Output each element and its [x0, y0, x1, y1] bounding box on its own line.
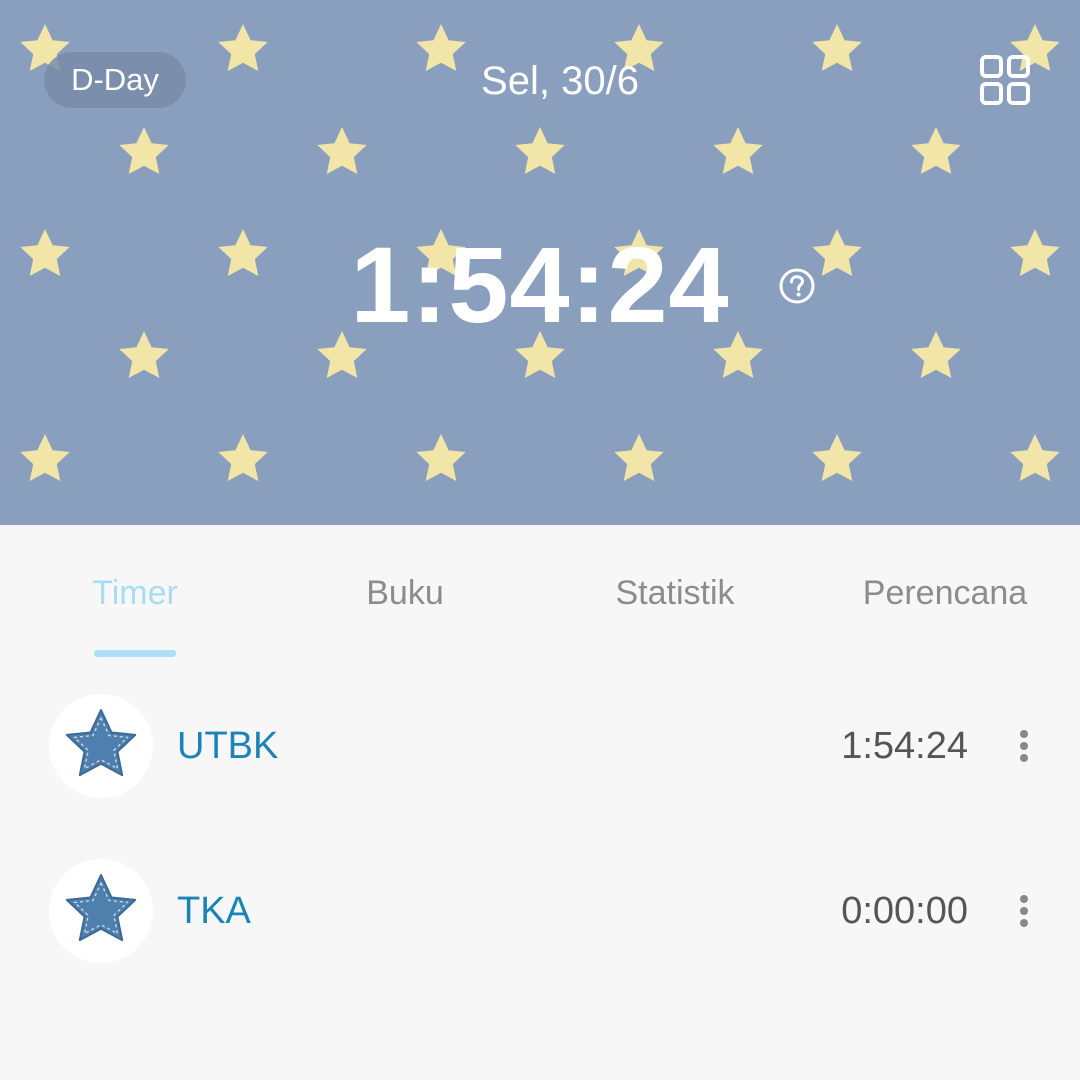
- tab-statistik[interactable]: Statistik: [595, 573, 755, 613]
- background-star: [911, 331, 961, 378]
- background-star: [812, 434, 862, 481]
- background-star: [317, 127, 367, 174]
- subject-time: 0:00:00: [841, 890, 968, 932]
- active-tab-indicator: [94, 650, 176, 657]
- background-star: [515, 127, 565, 174]
- subject-time: 1:54:24: [841, 725, 968, 767]
- subject-icon-container: [49, 694, 153, 798]
- background-star: [119, 331, 169, 378]
- grid-icon: [980, 55, 1030, 105]
- header-banner: D-Day Sel, 30/6 1:54:24: [0, 0, 1080, 525]
- background-star: [218, 24, 268, 71]
- tab-buku[interactable]: Buku: [330, 573, 480, 613]
- dday-button[interactable]: D-Day: [44, 52, 186, 108]
- star-icon: [65, 874, 137, 942]
- background-star: [614, 434, 664, 481]
- tab-timer[interactable]: Timer: [60, 573, 210, 613]
- subject-row-utbk[interactable]: UTBK 1:54:24: [0, 692, 1080, 802]
- subject-icon-container: [49, 859, 153, 963]
- star-icon: [65, 709, 137, 777]
- background-star: [812, 229, 862, 276]
- question-circle-icon: [779, 268, 815, 304]
- background-star: [20, 434, 70, 481]
- subject-row-tka[interactable]: TKA 0:00:00: [0, 857, 1080, 967]
- subject-name: UTBK: [177, 725, 279, 767]
- help-button[interactable]: [779, 268, 815, 304]
- more-vertical-icon: [1020, 730, 1028, 762]
- subject-menu-button[interactable]: [1012, 722, 1036, 770]
- subject-name: TKA: [177, 890, 251, 932]
- dday-label: D-Day: [71, 62, 159, 97]
- subject-menu-button[interactable]: [1012, 887, 1036, 935]
- tab-bar: Timer Buku Statistik Perencana: [0, 525, 1080, 665]
- grid-menu-button[interactable]: [977, 52, 1033, 108]
- tab-perencana[interactable]: Perencana: [850, 573, 1040, 613]
- date-label: Sel, 30/6: [481, 59, 639, 103]
- background-star: [218, 434, 268, 481]
- background-star: [119, 127, 169, 174]
- more-vertical-icon: [1020, 895, 1028, 927]
- background-star: [1010, 229, 1060, 276]
- main-timer-display: 1:54:24: [350, 224, 730, 345]
- background-star: [218, 229, 268, 276]
- background-star: [911, 127, 961, 174]
- background-star: [713, 127, 763, 174]
- background-star: [416, 434, 466, 481]
- background-star: [20, 229, 70, 276]
- background-star: [1010, 434, 1060, 481]
- background-star: [812, 24, 862, 71]
